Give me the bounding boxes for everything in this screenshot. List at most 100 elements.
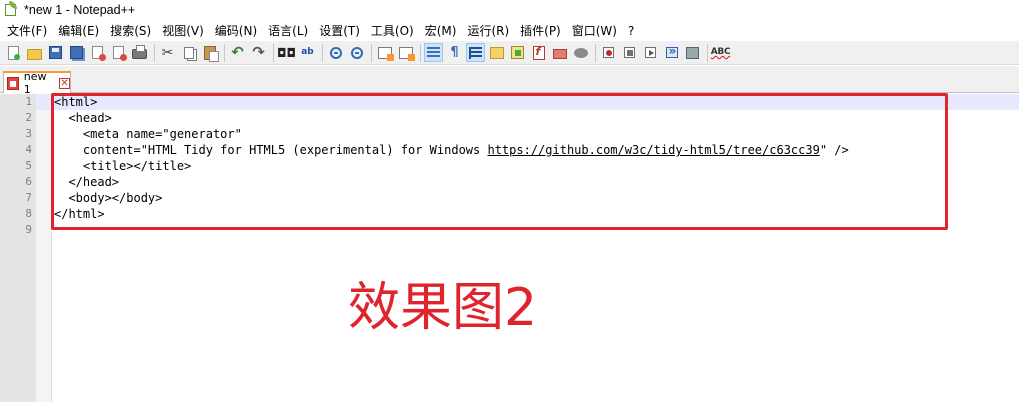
menu-file[interactable]: 文件(F): [3, 22, 54, 39]
monitoring-icon: [573, 47, 588, 58]
menu-help[interactable]: ?: [624, 24, 641, 38]
paste-button[interactable]: [200, 43, 219, 62]
copy-button[interactable]: [179, 43, 198, 62]
run-macro-multiple-icon: [665, 44, 678, 58]
print-button[interactable]: [130, 43, 149, 62]
title-bar: *new 1 - Notepad++: [0, 0, 1019, 20]
line-number: 5: [25, 159, 32, 172]
menu-run[interactable]: 运行(R): [463, 22, 516, 39]
find-icon: ◘◘: [277, 45, 296, 60]
save-macro-icon: [686, 46, 699, 59]
indent-guide-button[interactable]: [466, 43, 485, 62]
zoom-in-icon: [329, 46, 342, 59]
redo-icon: ↷: [252, 43, 265, 61]
stop-macro-button[interactable]: [620, 43, 639, 62]
print-icon: [132, 45, 147, 59]
sync-horizontal-button[interactable]: [396, 43, 415, 62]
function-list-icon: [532, 45, 545, 60]
zoom-in-button[interactable]: [326, 43, 345, 62]
menu-search[interactable]: 搜索(S): [106, 22, 158, 39]
tab-label: new 1: [23, 70, 47, 96]
document-map-button[interactable]: [508, 43, 527, 62]
line-number: 9: [25, 223, 32, 236]
menu-encoding[interactable]: 编码(N): [211, 22, 264, 39]
zoom-out-button[interactable]: [347, 43, 366, 62]
menu-tools[interactable]: 工具(O): [367, 22, 421, 39]
annotation-caption: 效果图2: [348, 278, 538, 338]
play-macro-icon: [645, 47, 656, 58]
close-all-icon: [113, 46, 127, 61]
spell-check-button[interactable]: ABC: [710, 43, 731, 62]
find-button[interactable]: ◘◘: [277, 43, 296, 62]
toolbar-separator: [224, 43, 225, 62]
sync-horizontal-icon: [398, 46, 415, 61]
function-list-button[interactable]: [529, 43, 548, 62]
save-icon: [49, 46, 62, 59]
redo-button[interactable]: ↷: [249, 43, 268, 62]
show-all-chars-button[interactable]: ¶: [445, 43, 464, 62]
menu-plugins[interactable]: 插件(P): [516, 22, 568, 39]
window-title: *new 1 - Notepad++: [24, 3, 136, 17]
cut-button[interactable]: ✂: [158, 43, 177, 62]
new-file-button[interactable]: [4, 43, 23, 62]
menu-bar: 文件(F) 编辑(E) 搜索(S) 视图(V) 编码(N) 语言(L) 设置(T…: [0, 20, 1019, 41]
menu-language[interactable]: 语言(L): [264, 22, 315, 39]
open-folder-icon: [27, 48, 42, 60]
line-number: 2: [25, 111, 32, 124]
play-macro-button[interactable]: [641, 43, 660, 62]
close-icon: [92, 46, 106, 61]
folder-as-workspace-icon: [552, 49, 567, 59]
close-all-button[interactable]: [109, 43, 128, 62]
save-all-icon: [70, 46, 83, 59]
toolbar-separator: [595, 43, 596, 62]
undo-button[interactable]: ↶: [228, 43, 247, 62]
replace-button[interactable]: ab: [298, 43, 317, 62]
new-file-icon: [8, 45, 20, 60]
indent-guide-icon: [469, 46, 482, 59]
notepadpp-app-icon: [4, 1, 18, 17]
toolbar-separator: [707, 43, 708, 62]
menu-settings[interactable]: 设置(T): [315, 22, 367, 39]
highlight-box: [51, 93, 948, 230]
toolbar-separator: [273, 43, 274, 62]
menu-view[interactable]: 视图(V): [158, 22, 211, 39]
copy-icon: [183, 46, 194, 59]
sync-vertical-button[interactable]: [375, 43, 394, 62]
line-number: 6: [25, 175, 32, 188]
menu-macro[interactable]: 宏(M): [421, 22, 464, 39]
save-button[interactable]: [46, 43, 65, 62]
run-macro-multiple-button[interactable]: [662, 43, 681, 62]
open-button[interactable]: [25, 43, 44, 62]
folder-workspace-icon: [489, 46, 504, 59]
toolbar-separator: [322, 43, 323, 62]
record-macro-button[interactable]: [599, 43, 618, 62]
record-macro-icon: [603, 47, 614, 58]
line-number: 7: [25, 191, 32, 204]
menu-window[interactable]: 窗口(W): [568, 22, 624, 39]
show-all-chars-icon: ¶: [450, 45, 459, 60]
toolbar: ✂ ↶ ↷ ◘◘ ab ¶ ABC: [0, 41, 1019, 65]
folder-workspace-button[interactable]: [487, 43, 506, 62]
cut-icon: ✂: [161, 44, 174, 61]
line-number: 1: [0, 94, 36, 110]
undo-icon: ↶: [231, 43, 244, 61]
folder-as-workspace-button[interactable]: [550, 43, 569, 62]
toolbar-separator: [420, 43, 421, 62]
word-wrap-icon: [427, 46, 440, 59]
save-macro-button[interactable]: [683, 43, 702, 62]
tab-new-1[interactable]: new 1 ✕: [3, 70, 71, 96]
close-button[interactable]: [88, 43, 107, 62]
save-all-button[interactable]: [67, 43, 86, 62]
paste-icon: [203, 45, 219, 62]
tab-close-icon[interactable]: ✕: [59, 77, 70, 89]
toolbar-separator: [154, 43, 155, 62]
document-map-icon: [511, 46, 524, 59]
unsaved-file-icon: [7, 76, 19, 90]
zoom-out-icon: [350, 46, 363, 59]
menu-edit[interactable]: 编辑(E): [54, 22, 106, 39]
tab-bar: new 1 ✕: [0, 66, 1019, 96]
sync-vertical-icon: [377, 46, 394, 61]
word-wrap-button[interactable]: [424, 43, 443, 62]
monitoring-button[interactable]: [571, 43, 590, 62]
spell-check-icon: ABC: [710, 47, 731, 57]
